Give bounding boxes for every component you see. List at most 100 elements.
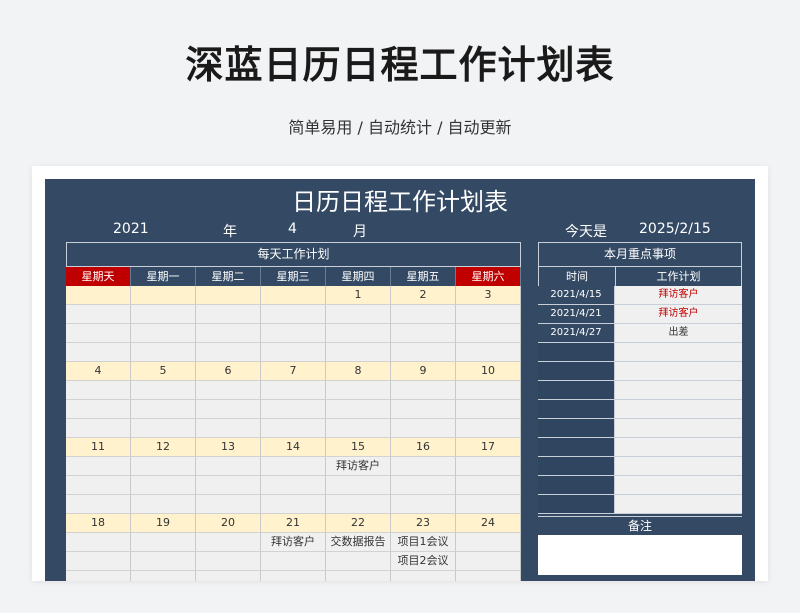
- task-cell[interactable]: [66, 381, 131, 400]
- task-cell[interactable]: [131, 400, 196, 419]
- task-cell[interactable]: [456, 552, 521, 571]
- task-cell[interactable]: [131, 419, 196, 438]
- date-cell[interactable]: 5: [131, 362, 196, 381]
- task-cell[interactable]: [326, 400, 391, 419]
- focus-plan-cell[interactable]: 拜访客户: [615, 286, 742, 305]
- task-cell[interactable]: [326, 381, 391, 400]
- year-value[interactable]: 2021: [113, 221, 149, 237]
- task-cell[interactable]: [391, 419, 456, 438]
- date-cell[interactable]: 7: [261, 362, 326, 381]
- focus-date-cell[interactable]: [538, 419, 615, 438]
- task-cell[interactable]: [326, 571, 391, 581]
- task-cell[interactable]: [261, 381, 326, 400]
- focus-date-cell[interactable]: [538, 438, 615, 457]
- task-cell[interactable]: [66, 495, 131, 514]
- date-cell[interactable]: 10: [456, 362, 521, 381]
- focus-plan-cell[interactable]: 出差: [615, 324, 742, 343]
- task-cell[interactable]: [66, 305, 131, 324]
- task-cell[interactable]: [131, 552, 196, 571]
- task-cell[interactable]: [261, 476, 326, 495]
- date-cell[interactable]: [196, 286, 261, 305]
- task-cell[interactable]: 拜访客户: [261, 533, 326, 552]
- date-cell[interactable]: 16: [391, 438, 456, 457]
- task-cell[interactable]: [326, 324, 391, 343]
- task-cell[interactable]: [196, 381, 261, 400]
- task-cell[interactable]: [66, 457, 131, 476]
- task-cell[interactable]: 项目2会议: [391, 552, 456, 571]
- task-cell[interactable]: [196, 495, 261, 514]
- month-value[interactable]: 4: [288, 221, 297, 237]
- task-cell[interactable]: [456, 476, 521, 495]
- task-cell[interactable]: [196, 552, 261, 571]
- task-cell[interactable]: [66, 343, 131, 362]
- focus-plan-cell[interactable]: [615, 495, 742, 514]
- focus-date-cell[interactable]: [538, 400, 615, 419]
- task-cell[interactable]: [261, 495, 326, 514]
- task-cell[interactable]: [456, 305, 521, 324]
- focus-plan-cell[interactable]: [615, 343, 742, 362]
- focus-date-cell[interactable]: 2021/4/21: [538, 305, 615, 324]
- task-cell[interactable]: [456, 571, 521, 581]
- task-cell[interactable]: [66, 419, 131, 438]
- focus-date-cell[interactable]: [538, 381, 615, 400]
- focus-plan-cell[interactable]: [615, 457, 742, 476]
- focus-date-cell[interactable]: [538, 495, 615, 514]
- date-cell[interactable]: 22: [326, 514, 391, 533]
- date-cell[interactable]: 24: [456, 514, 521, 533]
- task-cell[interactable]: [456, 533, 521, 552]
- focus-date-cell[interactable]: [538, 362, 615, 381]
- task-cell[interactable]: [391, 476, 456, 495]
- task-cell[interactable]: [261, 552, 326, 571]
- date-cell[interactable]: 15: [326, 438, 391, 457]
- focus-date-cell[interactable]: 2021/4/15: [538, 286, 615, 305]
- task-cell[interactable]: [326, 419, 391, 438]
- task-cell[interactable]: [261, 571, 326, 581]
- date-cell[interactable]: 21: [261, 514, 326, 533]
- focus-plan-cell[interactable]: [615, 476, 742, 495]
- task-cell[interactable]: [326, 343, 391, 362]
- task-cell[interactable]: [391, 400, 456, 419]
- task-cell[interactable]: [261, 343, 326, 362]
- focus-plan-cell[interactable]: [615, 362, 742, 381]
- task-cell[interactable]: [326, 476, 391, 495]
- task-cell[interactable]: [131, 533, 196, 552]
- task-cell[interactable]: [131, 305, 196, 324]
- task-cell[interactable]: 拜访客户: [326, 457, 391, 476]
- task-cell[interactable]: [456, 324, 521, 343]
- task-cell[interactable]: [196, 457, 261, 476]
- date-cell[interactable]: 3: [456, 286, 521, 305]
- focus-plan-cell[interactable]: [615, 381, 742, 400]
- task-cell[interactable]: [456, 495, 521, 514]
- notes-field[interactable]: [538, 535, 742, 575]
- date-cell[interactable]: 8: [326, 362, 391, 381]
- task-cell[interactable]: [391, 343, 456, 362]
- task-cell[interactable]: [131, 457, 196, 476]
- task-cell[interactable]: [66, 552, 131, 571]
- task-cell[interactable]: 交数据报告: [326, 533, 391, 552]
- task-cell[interactable]: [326, 495, 391, 514]
- task-cell[interactable]: [131, 343, 196, 362]
- task-cell[interactable]: [391, 495, 456, 514]
- date-cell[interactable]: 18: [66, 514, 131, 533]
- task-cell[interactable]: [66, 533, 131, 552]
- task-cell[interactable]: [131, 324, 196, 343]
- task-cell[interactable]: [326, 552, 391, 571]
- task-cell[interactable]: [196, 324, 261, 343]
- task-cell[interactable]: [456, 343, 521, 362]
- task-cell[interactable]: [66, 400, 131, 419]
- task-cell[interactable]: [391, 324, 456, 343]
- focus-plan-cell[interactable]: 拜访客户: [615, 305, 742, 324]
- date-cell[interactable]: 2: [391, 286, 456, 305]
- task-cell[interactable]: [261, 324, 326, 343]
- task-cell[interactable]: [391, 571, 456, 581]
- focus-date-cell[interactable]: [538, 476, 615, 495]
- date-cell[interactable]: 6: [196, 362, 261, 381]
- date-cell[interactable]: [261, 286, 326, 305]
- date-cell[interactable]: 23: [391, 514, 456, 533]
- task-cell[interactable]: [196, 400, 261, 419]
- task-cell[interactable]: [391, 305, 456, 324]
- task-cell[interactable]: [131, 571, 196, 581]
- task-cell[interactable]: [196, 533, 261, 552]
- date-cell[interactable]: 1: [326, 286, 391, 305]
- task-cell[interactable]: [131, 495, 196, 514]
